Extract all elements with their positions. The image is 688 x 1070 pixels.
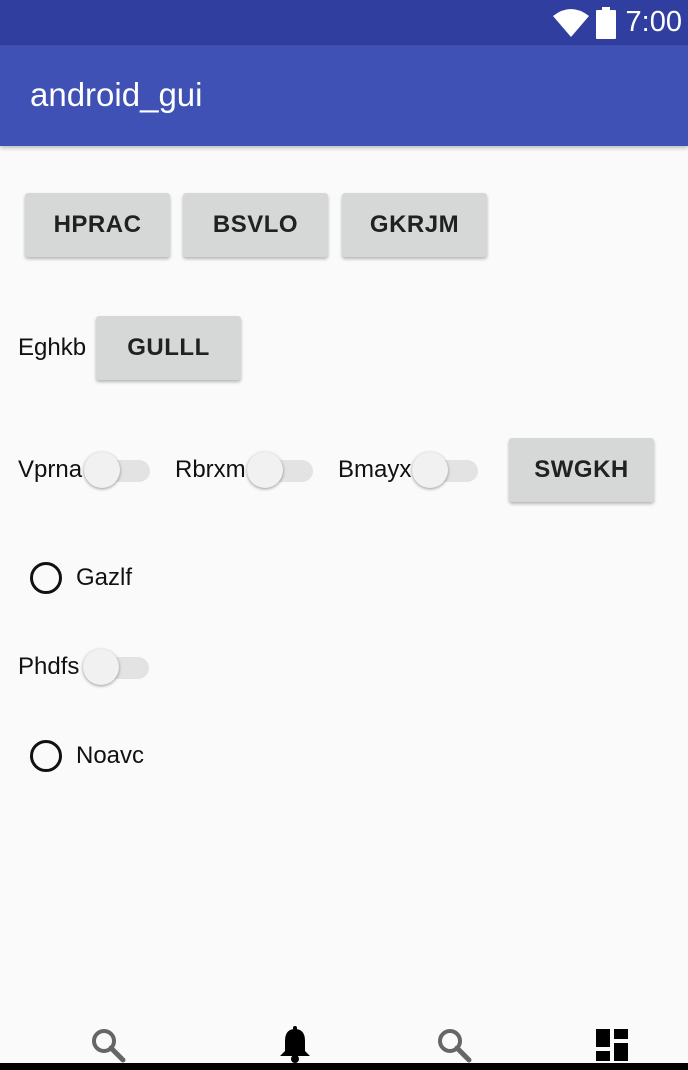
gulll-button[interactable]: GULLL <box>96 316 241 380</box>
bottom-navigation <box>0 1015 688 1070</box>
nav-dashboard-button[interactable] <box>592 1025 632 1065</box>
bmayx-switch-label: Bmayx <box>338 456 412 483</box>
swgkh-button[interactable]: SWGKH <box>509 438 654 502</box>
phdfs-switch[interactable] <box>83 646 153 686</box>
hprac-button[interactable]: HPRAC <box>25 193 170 257</box>
gazlf-radio-label[interactable]: Gazlf <box>76 563 132 593</box>
switch-thumb <box>84 452 120 488</box>
search-icon <box>438 1029 472 1063</box>
bmayx-switch[interactable] <box>412 449 482 489</box>
app-bar: android_gui <box>0 45 688 146</box>
switch-thumb <box>247 452 283 488</box>
phdfs-switch-label: Phdfs <box>18 653 80 680</box>
switch-thumb <box>83 649 119 685</box>
vprna-switch[interactable] <box>84 449 154 489</box>
status-icons: 7:00 <box>552 4 682 41</box>
search-icon <box>92 1029 126 1063</box>
wifi-icon <box>552 8 589 37</box>
switch-thumb <box>412 452 448 488</box>
rbrxm-switch-label: Rbrxm <box>175 456 246 483</box>
status-bar: 7:00 <box>0 0 688 45</box>
battery-icon <box>595 6 616 39</box>
dashboard-icon <box>596 1029 628 1061</box>
eghkb-label: Eghkb <box>18 334 87 361</box>
vprna-switch-label: Vprna <box>18 456 83 483</box>
nav-search-button-2[interactable] <box>434 1025 474 1065</box>
bell-icon <box>280 1026 310 1063</box>
gazlf-radio[interactable] <box>30 562 62 594</box>
bottom-edge <box>0 1063 688 1070</box>
app-title: android_gui <box>30 76 203 113</box>
bsvlo-button[interactable]: BSVLO <box>183 193 328 257</box>
nav-search-button-1[interactable] <box>88 1025 128 1065</box>
noavc-radio[interactable] <box>30 740 62 772</box>
rbrxm-switch[interactable] <box>247 449 317 489</box>
nav-notifications-button[interactable] <box>275 1025 315 1065</box>
gkrjm-button[interactable]: GKRJM <box>342 193 487 257</box>
status-time: 7:00 <box>625 6 682 38</box>
noavc-radio-label[interactable]: Noavc <box>76 741 144 771</box>
